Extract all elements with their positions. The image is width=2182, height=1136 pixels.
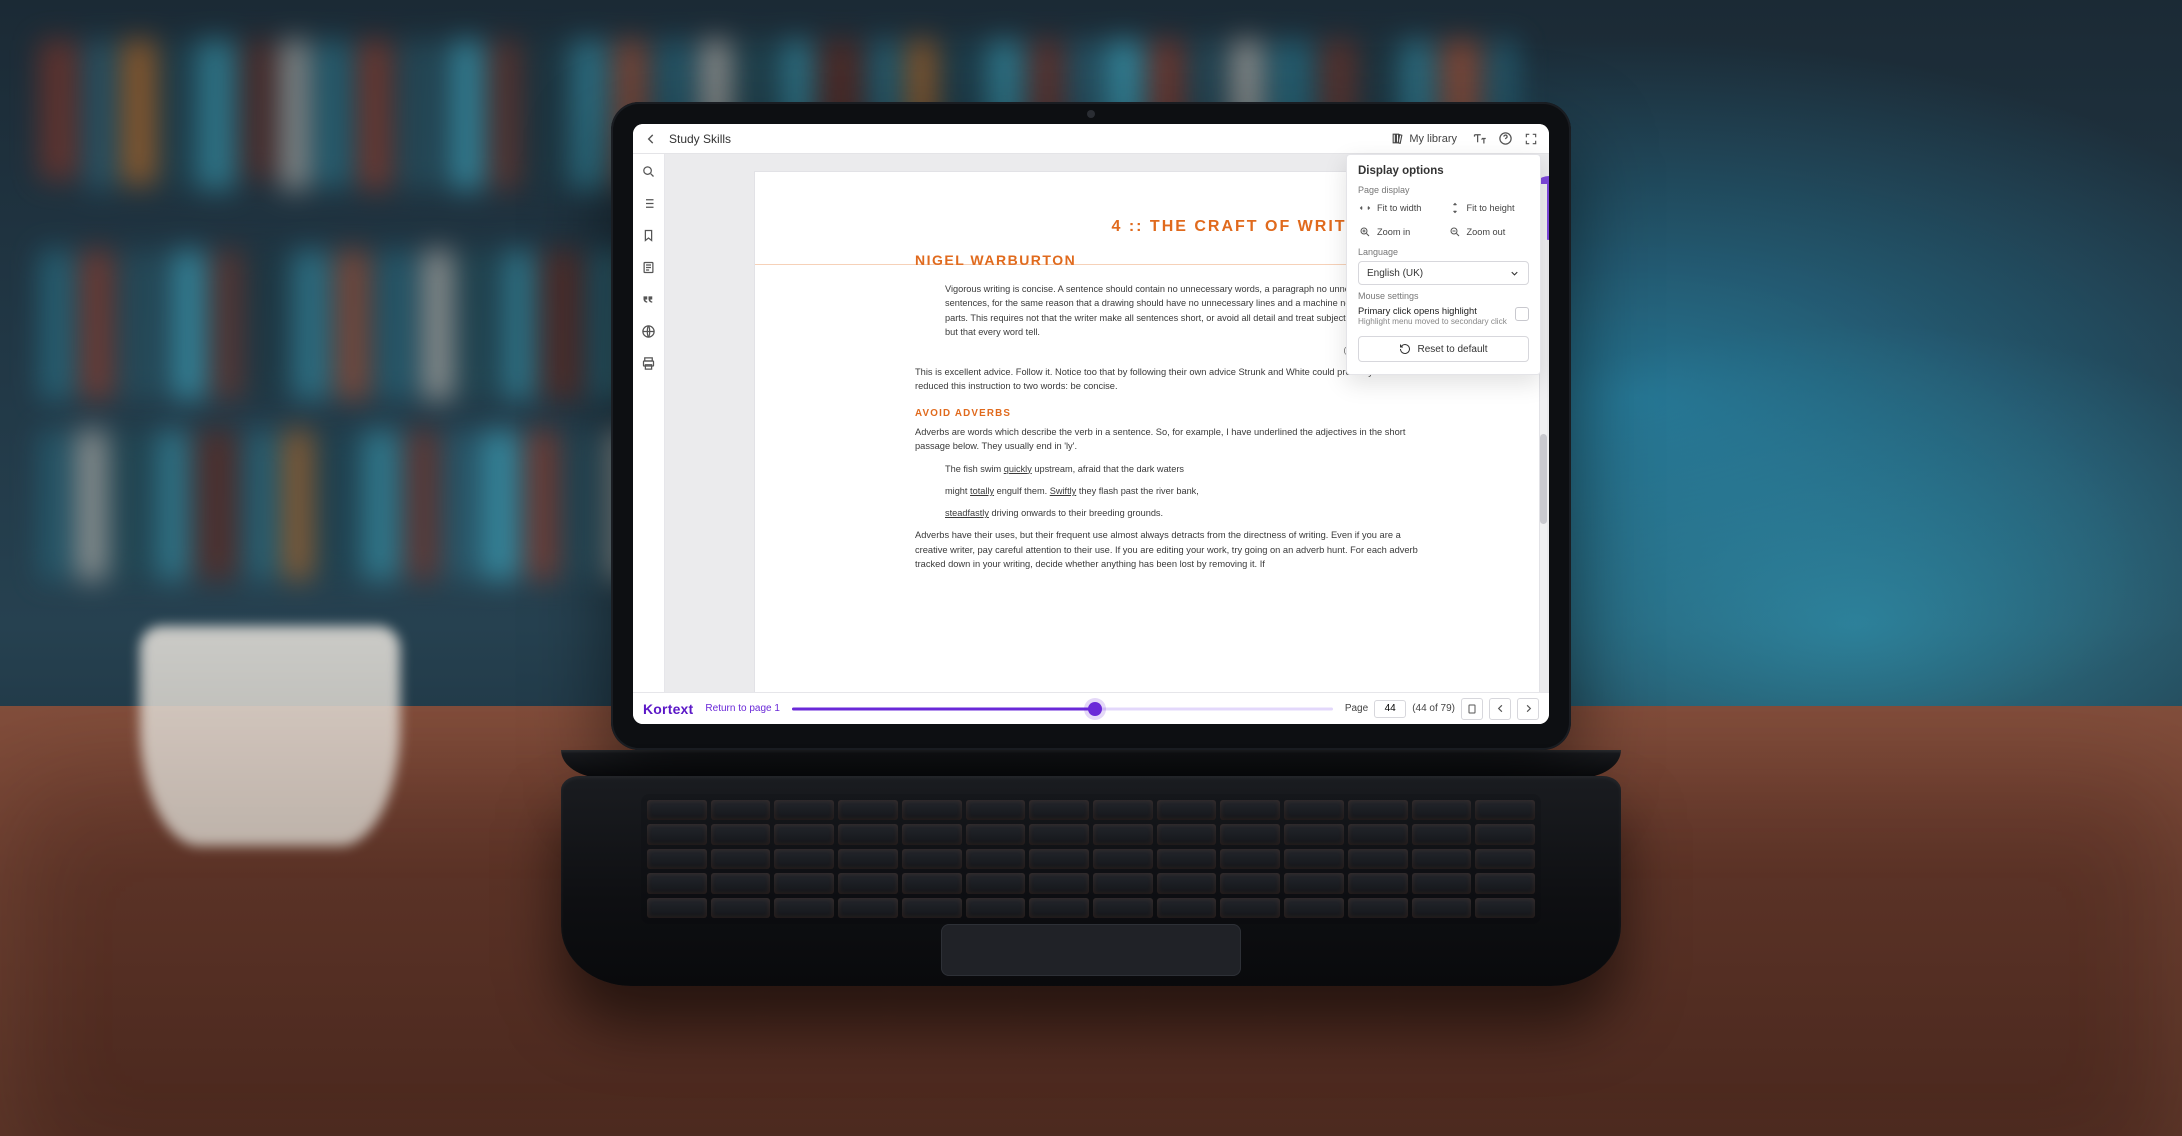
page-progress-slider[interactable]	[792, 701, 1333, 717]
language-value: English (UK)	[1367, 268, 1423, 279]
my-library-button[interactable]: My library	[1387, 130, 1461, 147]
topbar: Study Skills My library	[633, 124, 1549, 154]
example-line-2: might totally engulf them. Swiftly they …	[945, 484, 1421, 498]
language-select[interactable]: English (UK)	[1358, 261, 1529, 285]
reset-icon	[1399, 343, 1411, 355]
brand-logo: Kortext	[643, 701, 693, 717]
print-icon[interactable]	[640, 354, 658, 372]
fit-height-icon	[1448, 201, 1462, 215]
language-label: Language	[1358, 247, 1529, 257]
return-to-page-link[interactable]: Return to page 1	[705, 703, 780, 714]
camera-dot	[1087, 110, 1095, 118]
chapter-heading: 4 :: THE CRAFT OF WRITING	[875, 218, 1381, 236]
reader-app: Study Skills My library	[633, 124, 1549, 724]
display-options-panel: Display options Page display Fit to widt…	[1346, 154, 1541, 375]
page-display-label: Page display	[1358, 185, 1529, 195]
body-paragraph-3: Adverbs have their uses, but their frequ…	[915, 528, 1421, 571]
left-toolstrip	[633, 154, 665, 692]
example-line-3: steadfastly driving onwards to their bre…	[945, 506, 1421, 520]
library-icon	[1391, 132, 1404, 145]
page-input[interactable]	[1374, 700, 1406, 718]
body-paragraph-2: Adverbs are words which describe the ver…	[915, 425, 1421, 454]
keyboard	[641, 794, 1541, 924]
page-label: Page	[1345, 703, 1368, 714]
coffee-cup	[140, 626, 400, 846]
mouse-primary-text: Primary click opens highlight	[1358, 305, 1507, 316]
prev-page-button[interactable]	[1489, 698, 1511, 720]
translate-icon[interactable]	[640, 322, 658, 340]
mouse-secondary-text: Highlight menu moved to secondary click	[1358, 317, 1507, 326]
page-total: (44 of 79)	[1412, 703, 1455, 714]
zoom-out-option[interactable]: Zoom out	[1448, 223, 1530, 241]
zoom-out-icon	[1448, 225, 1462, 239]
scrollbar-track[interactable]	[1540, 184, 1547, 660]
single-page-button[interactable]	[1461, 698, 1483, 720]
main-area: 4 :: THE CRAFT OF WRITING NIGEL WARBURTO…	[633, 154, 1549, 692]
zoom-in-icon	[1358, 225, 1372, 239]
search-icon[interactable]	[640, 162, 658, 180]
my-library-label: My library	[1409, 133, 1457, 145]
zoom-in-option[interactable]: Zoom in	[1358, 223, 1440, 241]
toc-icon[interactable]	[640, 194, 658, 212]
citation-icon[interactable]	[640, 290, 658, 308]
fullscreen-button[interactable]	[1523, 131, 1539, 147]
reset-to-default-button[interactable]: Reset to default	[1358, 336, 1529, 362]
fit-width-icon	[1358, 201, 1372, 215]
scrollbar-thumb[interactable]	[1540, 434, 1547, 524]
panel-title: Display options	[1358, 165, 1529, 177]
footer: Kortext Return to page 1 Page (44 of 79)	[633, 692, 1549, 724]
example-line-1: The fish swim quickly upstream, afraid t…	[945, 462, 1421, 476]
laptop: Study Skills My library	[561, 102, 1621, 986]
text-settings-button[interactable]	[1471, 131, 1487, 147]
fit-height-option[interactable]: Fit to height	[1448, 199, 1530, 217]
chevron-down-icon	[1509, 268, 1520, 279]
back-button[interactable]	[643, 131, 659, 147]
slider-fill	[792, 707, 1095, 710]
section-subhead: AVOID ADVERBS	[915, 408, 1469, 419]
trackpad	[941, 924, 1241, 976]
next-page-button[interactable]	[1517, 698, 1539, 720]
slider-thumb[interactable]	[1088, 702, 1102, 716]
mouse-settings-label: Mouse settings	[1358, 291, 1529, 301]
page-controls: Page (44 of 79)	[1345, 698, 1539, 720]
book-title: Study Skills	[669, 132, 731, 146]
quote-citation: (Strunk and White, 2	[875, 345, 1421, 355]
mouse-primary-checkbox[interactable]	[1515, 307, 1529, 321]
notes-icon[interactable]	[640, 258, 658, 276]
bookmark-icon[interactable]	[640, 226, 658, 244]
help-button[interactable]	[1497, 131, 1513, 147]
fit-width-option[interactable]: Fit to width	[1358, 199, 1440, 217]
